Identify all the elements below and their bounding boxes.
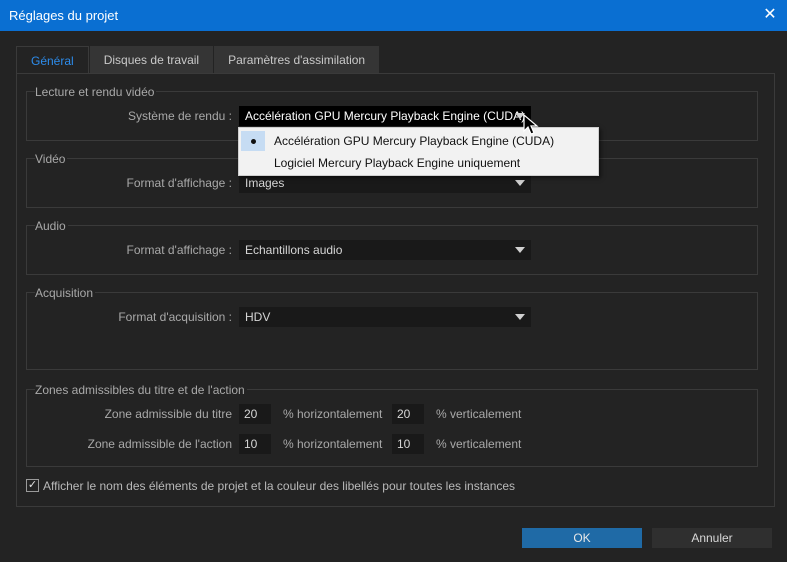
renderer-option-software[interactable]: Logiciel Mercury Playback Engine uniquem… [239,152,598,174]
renderer-value: Accélération GPU Mercury Playback Engine… [245,109,526,123]
close-icon[interactable]: ✕ [762,6,778,24]
renderer-option-label: Logiciel Mercury Playback Engine uniquem… [274,156,521,170]
audio-format-label: Format d'affichage : [126,243,232,257]
chevron-down-icon [515,180,525,186]
audio-format-select[interactable]: Echantillons audio [239,240,531,260]
title-safe-horizontal-input[interactable]: 20 [239,404,271,424]
ok-button[interactable]: OK [522,528,642,548]
title-safe-vertical-input[interactable]: 20 [392,404,424,424]
tab-general[interactable]: Général [16,46,89,74]
audio-format-value: Echantillons audio [245,243,343,257]
title-bar: Réglages du projet ✕ [0,0,787,31]
video-format-select[interactable]: Images [239,173,531,193]
audio-group-title: Audio [35,219,68,233]
video-group-title: Vidéo [35,152,68,166]
action-safe-h-unit: % horizontalement [283,437,383,451]
chevron-down-icon [515,314,525,320]
acquisition-format-select[interactable]: HDV [239,307,531,327]
tab-bar: Général Disques de travail Paramètres d'… [16,46,380,74]
title-safe-v-unit: % verticalement [436,407,522,421]
action-safe-label: Zone admissible de l'action [87,437,232,451]
cancel-button[interactable]: Annuler [652,528,772,548]
action-safe-horizontal-input[interactable]: 10 [239,434,271,454]
acquisition-format-label: Format d'acquisition : [118,310,232,324]
action-safe-v-unit: % verticalement [436,437,522,451]
playback-group-title: Lecture et rendu vidéo [35,85,157,99]
acquisition-group-title: Acquisition [35,286,96,300]
video-format-label: Format d'affichage : [126,176,232,190]
mouse-cursor-icon [523,114,539,135]
acquisition-format-value: HDV [245,310,271,324]
action-safe-vertical-input[interactable]: 10 [392,434,424,454]
tab-ingest-settings[interactable]: Paramètres d'assimilation [214,46,380,74]
renderer-option-cuda[interactable]: Accélération GPU Mercury Playback Engine… [239,130,598,152]
renderer-label: Système de rendu : [127,109,232,123]
safe-zones-group [26,389,758,467]
bullet-icon [251,139,256,144]
renderer-dropdown-list: Accélération GPU Mercury Playback Engine… [238,127,599,176]
renderer-select[interactable]: Accélération GPU Mercury Playback Engine… [239,106,531,126]
window-title: Réglages du projet [9,8,119,23]
safe-zones-group-title: Zones admissibles du titre et de l'actio… [35,383,247,397]
show-names-checkbox[interactable]: ✓ [26,479,39,492]
renderer-option-label: Accélération GPU Mercury Playback Engine… [274,134,555,148]
title-safe-h-unit: % horizontalement [283,407,383,421]
video-format-value: Images [245,176,285,190]
chevron-down-icon [515,247,525,253]
acquisition-group [26,292,758,370]
show-names-label[interactable]: Afficher le nom des éléments de projet e… [43,479,515,493]
title-safe-label: Zone admissible du titre [104,407,232,421]
tab-scratch-disks[interactable]: Disques de travail [89,46,214,74]
